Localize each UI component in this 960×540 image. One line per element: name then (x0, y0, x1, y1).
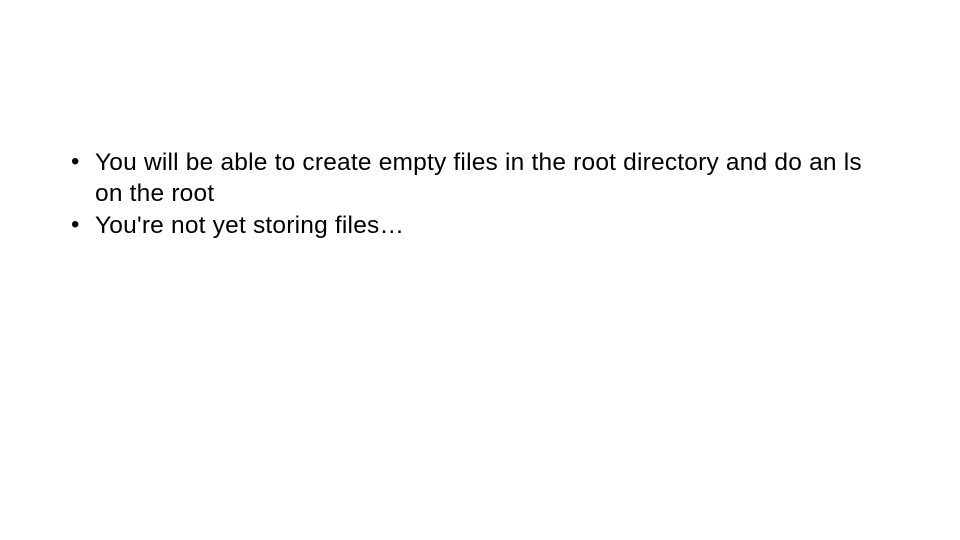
bullet-text: You will be able to create empty files i… (95, 149, 862, 207)
bullet-text: You're not yet storing files… (95, 212, 404, 239)
slide-content: You will be able to create empty files i… (0, 0, 960, 241)
bullet-item: You will be able to create empty files i… (65, 147, 895, 210)
bullet-list: You will be able to create empty files i… (65, 147, 895, 241)
bullet-item: You're not yet storing files… (65, 210, 895, 241)
